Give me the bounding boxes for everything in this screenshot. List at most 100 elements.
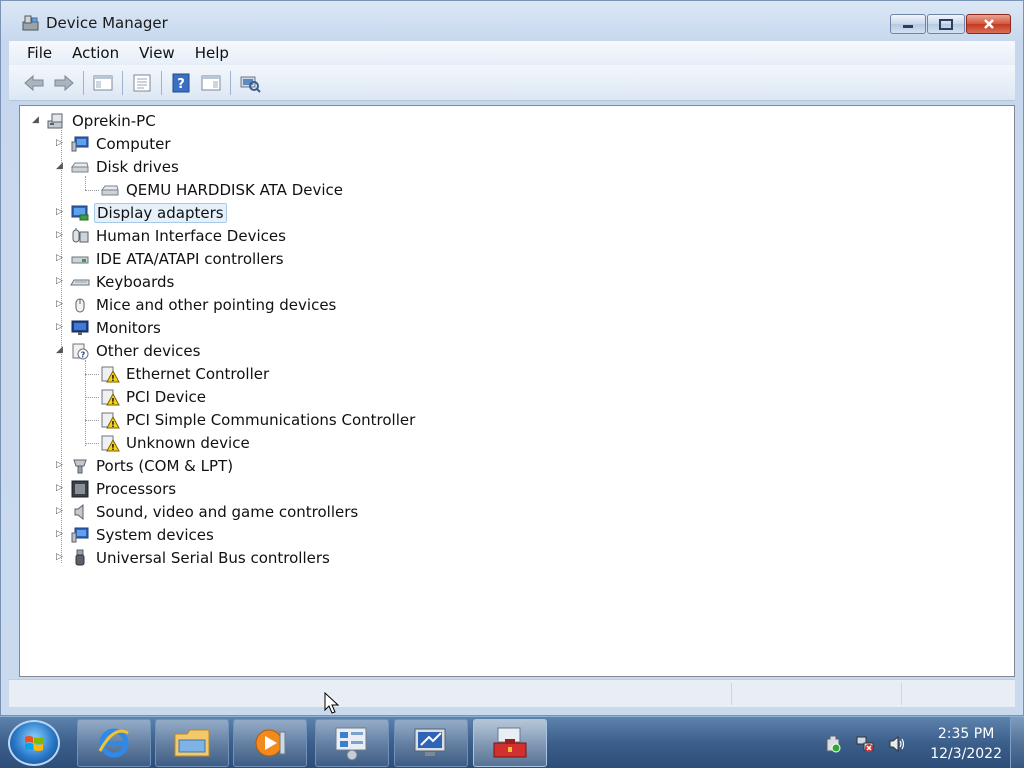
- toolbar-separator: [230, 70, 231, 95]
- unknown-device-icon: ?: [72, 343, 89, 359]
- tree-item-qemu-harddisk[interactable]: QEMU HARDDISK ATA Device: [100, 178, 345, 201]
- tree-item-processors[interactable]: ▷ Processors: [56, 477, 178, 500]
- volume-icon[interactable]: [888, 735, 906, 753]
- display-adapter-icon: [71, 205, 89, 220]
- device-manager-window: Device Manager File Action View Help ? ◢…: [0, 0, 1024, 716]
- properties-icon: [133, 74, 151, 91]
- taskbar-internet-explorer[interactable]: [77, 719, 151, 767]
- expand-arrow-icon[interactable]: ▷: [56, 529, 66, 539]
- show-desktop-button[interactable]: [1010, 717, 1024, 768]
- tree-item-pci-device[interactable]: ! PCI Device: [100, 385, 208, 408]
- tree-item-pci-simple-comm-controller[interactable]: ! PCI Simple Communications Controller: [100, 408, 417, 431]
- tree-line: [85, 374, 99, 375]
- menu-file[interactable]: File: [17, 44, 62, 62]
- expand-arrow-icon[interactable]: ▷: [56, 483, 66, 493]
- mouse-cursor-icon: [324, 692, 340, 714]
- expand-arrow-icon[interactable]: ▷: [56, 207, 66, 217]
- tree-item-ports[interactable]: ▷ Ports (COM & LPT): [56, 454, 235, 477]
- expand-arrow-icon[interactable]: ▷: [56, 138, 66, 148]
- tree-item-monitors[interactable]: ▷ Monitors: [56, 316, 163, 339]
- device-tree-pane[interactable]: ◢ Oprekin-PC ▷ Computer ◢ Disk drives QE…: [19, 105, 1015, 677]
- tree-item-ethernet-controller[interactable]: ! Ethernet Controller: [100, 362, 271, 385]
- close-button[interactable]: [966, 14, 1011, 34]
- expand-arrow-icon[interactable]: ▷: [56, 299, 66, 309]
- status-bar-panel: [901, 683, 1015, 705]
- help-button[interactable]: ?: [168, 70, 194, 96]
- toolbar-separator: [83, 70, 84, 95]
- tree-root-label: Oprekin-PC: [72, 111, 156, 130]
- tree-item-keyboards[interactable]: ▷ Keyboards: [56, 270, 176, 293]
- tree-item-system-devices[interactable]: ▷ System devices: [56, 523, 216, 546]
- status-bar: [9, 679, 1015, 707]
- status-bar-panel: [731, 683, 901, 705]
- maximize-button[interactable]: [927, 14, 965, 34]
- forward-button[interactable]: [51, 70, 77, 96]
- svg-text:!: !: [111, 397, 115, 406]
- clock-date: 12/3/2022: [930, 746, 1002, 762]
- title-bar[interactable]: Device Manager: [1, 1, 1023, 41]
- monitor-icon: [71, 320, 89, 335]
- taskbar-remote-desktop[interactable]: [394, 719, 468, 767]
- back-button[interactable]: [21, 70, 47, 96]
- start-button[interactable]: [8, 720, 60, 766]
- taskbar-device-manager[interactable]: [473, 719, 547, 767]
- network-icon[interactable]: [856, 735, 874, 753]
- collapse-arrow-icon[interactable]: ◢: [32, 115, 42, 125]
- minimize-button[interactable]: [890, 14, 926, 34]
- action-pane-button[interactable]: [198, 70, 224, 96]
- show-hide-tree-button[interactable]: [90, 70, 116, 96]
- expand-arrow-icon[interactable]: ▷: [56, 253, 66, 263]
- taskbar-control-panel[interactable]: [315, 719, 389, 767]
- taskbar-windows-explorer[interactable]: [155, 719, 229, 767]
- tree-item-label: Processors: [96, 479, 177, 498]
- tree-item-unknown-device[interactable]: ! Unknown device: [100, 431, 252, 454]
- taskbar-media-player[interactable]: [233, 719, 307, 767]
- tree-item-sound-video-game[interactable]: ▷ Sound, video and game controllers: [56, 500, 360, 523]
- menu-bar: File Action View Help: [9, 41, 1015, 65]
- media-player-icon: [255, 729, 286, 757]
- tree-item-disk-drives[interactable]: ◢ Disk drives: [56, 155, 181, 178]
- properties-button[interactable]: [129, 70, 155, 96]
- computer-icon: [71, 136, 89, 151]
- action-center-icon[interactable]: [824, 735, 842, 753]
- tree-line: [85, 176, 86, 190]
- toolbar-separator: [122, 70, 123, 95]
- tree-line: [85, 360, 86, 446]
- menu-action[interactable]: Action: [62, 44, 129, 62]
- scan-hardware-button[interactable]: [237, 70, 263, 96]
- expand-arrow-icon[interactable]: ▷: [56, 322, 66, 332]
- close-icon: [983, 19, 994, 29]
- expand-arrow-icon[interactable]: ▷: [56, 552, 66, 562]
- scan-hardware-icon: [240, 76, 261, 93]
- help-icon: ?: [172, 73, 190, 92]
- expand-arrow-icon[interactable]: ▷: [56, 460, 66, 470]
- collapse-arrow-icon[interactable]: ◢: [56, 161, 66, 171]
- menu-help[interactable]: Help: [185, 44, 239, 62]
- expand-arrow-icon[interactable]: ▷: [56, 276, 66, 286]
- tree-item-computer[interactable]: ▷ Computer: [56, 132, 173, 155]
- tree-item-label: Computer: [96, 134, 171, 153]
- menu-view[interactable]: View: [129, 44, 185, 62]
- tree-item-human-interface-devices[interactable]: ▷ Human Interface Devices: [56, 224, 288, 247]
- tree-item-label: Monitors: [96, 318, 161, 337]
- tree-line: [85, 397, 99, 398]
- svg-text:?: ?: [177, 77, 185, 92]
- speaker-icon: [74, 503, 84, 520]
- disk-drive-icon: [101, 185, 119, 195]
- tree-item-usb-controllers[interactable]: ▷ Universal Serial Bus controllers: [56, 546, 332, 569]
- expand-arrow-icon[interactable]: ▷: [56, 506, 66, 516]
- windows-explorer-icon: [174, 729, 210, 757]
- tree-item-other-devices[interactable]: ◢ ? Other devices: [56, 339, 202, 362]
- tree-root-computer[interactable]: ◢ Oprekin-PC: [32, 109, 158, 132]
- clock[interactable]: 2:35 PM 12/3/2022: [930, 724, 1002, 764]
- collapse-arrow-icon[interactable]: ◢: [56, 345, 66, 355]
- warning-device-icon: !: [101, 412, 120, 429]
- tree-item-ide-controllers[interactable]: ▷ IDE ATA/ATAPI controllers: [56, 247, 286, 270]
- remote-desktop-icon: [414, 728, 446, 756]
- expand-arrow-icon[interactable]: ▷: [56, 230, 66, 240]
- tree-item-mice[interactable]: ▷ Mice and other pointing devices: [56, 293, 338, 316]
- tree-item-label: Unknown device: [126, 433, 250, 452]
- tree-item-display-adapters[interactable]: ▷ Display adapters: [56, 201, 227, 224]
- restore-icon: [939, 18, 953, 30]
- tree-item-label: Other devices: [96, 341, 201, 360]
